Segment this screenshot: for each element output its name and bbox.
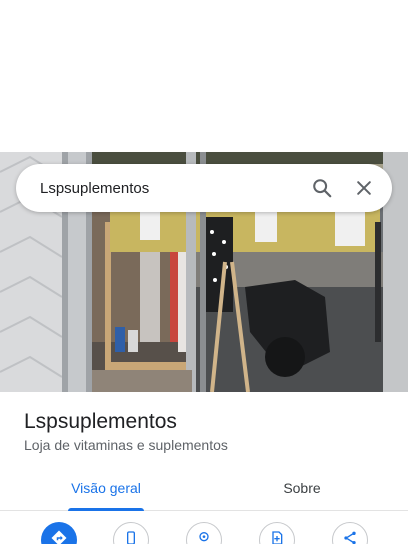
place-category: Loja de vitaminas e suplementos — [24, 437, 228, 453]
save-icon — [269, 530, 285, 544]
search-icon[interactable] — [304, 170, 340, 206]
share-icon — [342, 530, 358, 544]
close-icon[interactable] — [346, 170, 382, 206]
tab-overview[interactable]: Visão geral — [52, 466, 160, 511]
selected-tab-indicator — [68, 508, 144, 511]
place-tabs: Visão geral Sobre — [0, 466, 408, 511]
search-input[interactable]: Lspsuplementos — [40, 180, 304, 197]
directions-icon — [50, 529, 68, 544]
nearby-button[interactable] — [186, 522, 222, 544]
directions-button[interactable] — [41, 522, 77, 544]
tab-about-label: Sobre — [283, 480, 321, 496]
location-icon — [196, 530, 212, 544]
save-button[interactable] — [259, 522, 295, 544]
maps-place-view: Lspsuplementos Lspsuplementos Loja de vi… — [0, 0, 408, 544]
phone-icon — [123, 530, 139, 544]
call-button[interactable] — [113, 522, 149, 544]
place-name: Lspsuplementos — [24, 410, 177, 433]
blank-map-area — [0, 0, 408, 152]
share-button[interactable] — [332, 522, 368, 544]
tab-overview-label: Visão geral — [71, 480, 141, 496]
action-buttons-row — [0, 522, 408, 544]
tab-about[interactable]: Sobre — [248, 466, 356, 510]
search-bar[interactable]: Lspsuplementos — [16, 164, 392, 212]
